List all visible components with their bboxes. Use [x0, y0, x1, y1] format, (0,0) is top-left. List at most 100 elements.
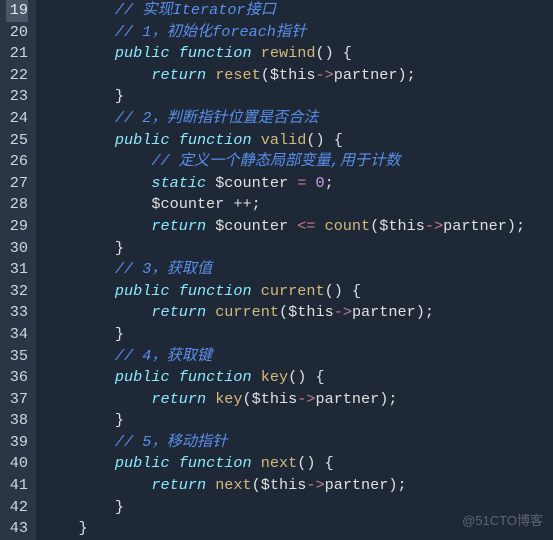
line-number: 39 — [6, 432, 28, 454]
code-token: key — [215, 390, 242, 408]
code-line[interactable]: // 3，获取值 — [42, 259, 525, 281]
line-number: 29 — [6, 216, 28, 238]
code-token — [42, 368, 115, 386]
line-number: 19 — [6, 0, 28, 22]
line-number: 35 — [6, 346, 28, 368]
code-token: // 实现Iterator接口 — [115, 1, 276, 19]
code-token — [252, 368, 261, 386]
code-token: ); — [507, 217, 525, 235]
code-line[interactable]: // 定义一个静态局部变量,用于计数 — [42, 151, 525, 173]
code-token: return — [151, 390, 206, 408]
code-token: -> — [306, 476, 324, 494]
code-token: ( — [243, 390, 252, 408]
code-token: $counter — [215, 217, 288, 235]
code-token: rewind — [261, 44, 316, 62]
code-token: $this — [261, 476, 307, 494]
code-token: reset — [215, 66, 261, 84]
code-token — [206, 303, 215, 321]
code-token: function — [179, 368, 252, 386]
code-line[interactable]: // 2，判断指针位置是否合法 — [42, 108, 525, 130]
line-number: 23 — [6, 86, 28, 108]
code-token: <= — [288, 217, 324, 235]
code-token: } — [115, 325, 124, 343]
line-number: 26 — [6, 151, 28, 173]
code-token — [42, 152, 151, 170]
code-token: public — [115, 282, 170, 300]
code-token — [252, 131, 261, 149]
code-line[interactable]: } — [42, 497, 525, 519]
line-number: 31 — [6, 259, 28, 281]
code-token — [252, 44, 261, 62]
code-token: count — [325, 217, 371, 235]
line-number: 40 — [6, 453, 28, 475]
code-token — [42, 23, 115, 41]
code-token: key — [261, 368, 288, 386]
code-line[interactable]: // 实现Iterator接口 — [42, 0, 525, 22]
code-line[interactable]: public function current() { — [42, 281, 525, 303]
code-line[interactable]: return current($this->partner); — [42, 302, 525, 324]
code-line[interactable]: return key($this->partner); — [42, 389, 525, 411]
line-number: 41 — [6, 475, 28, 497]
code-token: public — [115, 44, 170, 62]
code-token: public — [115, 454, 170, 472]
code-token: $this — [270, 66, 316, 84]
code-line[interactable]: } — [42, 518, 525, 540]
code-token: 0 — [315, 174, 324, 192]
code-token — [42, 195, 151, 213]
code-token — [42, 390, 151, 408]
watermark-text: @51CTO博客 — [462, 510, 543, 532]
code-token: return — [151, 217, 206, 235]
code-line[interactable]: } — [42, 324, 525, 346]
code-line[interactable]: } — [42, 238, 525, 260]
line-number: 38 — [6, 410, 28, 432]
code-token: valid — [261, 131, 307, 149]
code-token — [170, 368, 179, 386]
code-line[interactable]: // 1，初始化foreach指针 — [42, 22, 525, 44]
code-line[interactable]: $counter ++; — [42, 194, 525, 216]
code-token: -> — [315, 66, 333, 84]
line-number: 43 — [6, 518, 28, 540]
code-line[interactable]: return next($this->partner); — [42, 475, 525, 497]
code-token: = — [288, 174, 315, 192]
code-token: return — [151, 66, 206, 84]
code-token: } — [115, 239, 124, 257]
code-token: partner — [315, 390, 379, 408]
code-line[interactable]: static $counter = 0; — [42, 173, 525, 195]
line-number: 24 — [6, 108, 28, 130]
code-token: public — [115, 368, 170, 386]
code-editor[interactable]: 1920212223242526272829303132333435363738… — [0, 0, 553, 540]
code-token: // 4，获取键 — [115, 347, 212, 365]
code-token: // 3，获取值 — [115, 260, 212, 278]
code-line[interactable]: // 4，获取键 — [42, 346, 525, 368]
code-line[interactable]: public function next() { — [42, 453, 525, 475]
code-line[interactable]: return $counter <= count($this->partner)… — [42, 216, 525, 238]
code-token: // 定义一个静态局部变量,用于计数 — [151, 152, 400, 170]
code-token — [252, 282, 261, 300]
code-token — [42, 325, 115, 343]
code-line[interactable]: public function rewind() { — [42, 43, 525, 65]
code-token — [206, 217, 215, 235]
code-token: // 5，移动指针 — [115, 433, 227, 451]
code-token — [42, 260, 115, 278]
code-token — [206, 390, 215, 408]
code-token: partner — [443, 217, 507, 235]
line-number: 27 — [6, 173, 28, 195]
code-token: $this — [288, 303, 334, 321]
code-line[interactable]: // 5，移动指针 — [42, 432, 525, 454]
code-token: static — [151, 174, 206, 192]
code-area[interactable]: // 实现Iterator接口 // 1，初始化foreach指针 public… — [36, 0, 525, 540]
code-token: function — [179, 131, 252, 149]
code-token: return — [151, 476, 206, 494]
line-number: 30 — [6, 238, 28, 260]
line-number: 34 — [6, 324, 28, 346]
code-token — [42, 519, 78, 537]
code-token — [42, 411, 115, 429]
code-line[interactable]: public function valid() { — [42, 130, 525, 152]
code-line[interactable]: public function key() { — [42, 367, 525, 389]
code-line[interactable]: } — [42, 410, 525, 432]
code-token — [206, 174, 215, 192]
code-line[interactable]: return reset($this->partner); — [42, 65, 525, 87]
code-line[interactable]: } — [42, 86, 525, 108]
code-token — [42, 131, 115, 149]
code-token: } — [115, 411, 124, 429]
